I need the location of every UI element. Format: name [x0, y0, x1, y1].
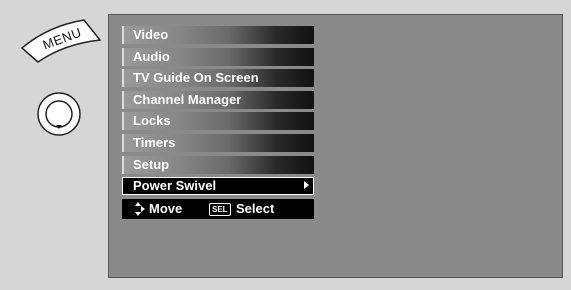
- tv-screen: Video Audio TV Guide On Screen Channel M…: [108, 14, 563, 278]
- menu-key-icon[interactable]: MENU: [18, 18, 104, 64]
- move-arrows-icon: [135, 201, 145, 216]
- move-label: Move: [149, 200, 183, 216]
- jog-dial-icon[interactable]: [30, 91, 88, 137]
- menu-item-channel-manager[interactable]: Channel Manager: [122, 90, 314, 109]
- menu-item-label: Channel Manager: [133, 91, 242, 107]
- menu-item-label: Video: [133, 27, 169, 42]
- menu-item-label: Power Swivel: [133, 178, 217, 194]
- menu-item-label: Audio: [133, 48, 170, 64]
- menu-item-label: TV Guide On Screen: [133, 70, 259, 86]
- menu-item-label: Timers: [133, 134, 176, 150]
- menu-item-power-swivel[interactable]: Power Swivel: [122, 177, 314, 196]
- menu-item-label: Locks: [133, 113, 171, 129]
- menu-item-setup[interactable]: Setup: [122, 155, 314, 174]
- menu-item-tv-guide-on-screen[interactable]: TV Guide On Screen: [122, 69, 314, 88]
- sel-key-icon: SEL: [209, 202, 231, 216]
- menu-item-timers[interactable]: Timers: [122, 133, 314, 152]
- remote-illustration: MENU: [0, 0, 106, 290]
- menu-item-label: Setup: [133, 156, 170, 172]
- submenu-arrow-icon: [304, 181, 309, 190]
- help-bar: Move SEL Select: [122, 198, 314, 219]
- select-label: Select: [236, 200, 275, 216]
- menu-item-locks[interactable]: Locks: [122, 112, 314, 131]
- menu-item-audio[interactable]: Audio: [122, 47, 314, 66]
- main-menu: Video Audio TV Guide On Screen Channel M…: [122, 26, 314, 219]
- menu-item-video[interactable]: Video: [122, 26, 314, 44]
